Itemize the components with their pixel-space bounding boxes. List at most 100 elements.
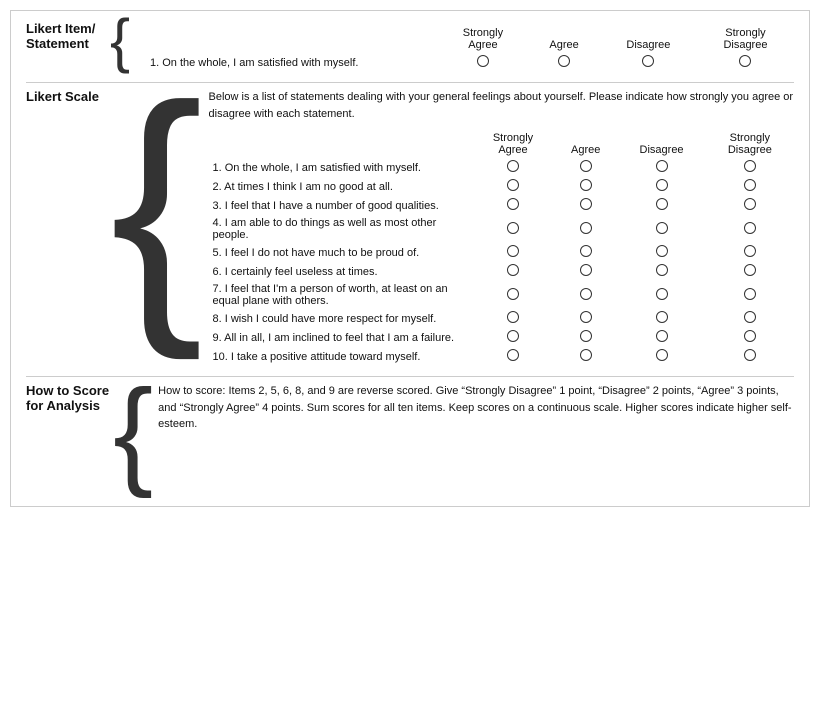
radio-sd-scale-8[interactable] <box>706 309 794 328</box>
scale-row-text-8: 8. I wish I could have more respect for … <box>209 309 472 328</box>
radio-circle[interactable] <box>744 349 756 361</box>
radio-circle[interactable] <box>580 198 592 210</box>
radio-d-scale-6[interactable] <box>617 262 705 281</box>
radio-circle[interactable] <box>656 245 668 257</box>
radio-sd-scale-3[interactable] <box>706 196 794 215</box>
radio-circle[interactable] <box>642 55 654 67</box>
radio-circle[interactable] <box>656 198 668 210</box>
radio-a-scale-6[interactable] <box>554 262 617 281</box>
radio-sa-scale-5[interactable] <box>472 243 554 262</box>
radio-sd-1[interactable] <box>697 53 794 72</box>
radio-circle[interactable] <box>744 264 756 276</box>
radio-d-scale-10[interactable] <box>617 347 705 366</box>
radio-sd-scale-10[interactable] <box>706 347 794 366</box>
radio-circle[interactable] <box>558 55 570 67</box>
radio-circle[interactable] <box>656 222 668 234</box>
radio-a-scale-7[interactable] <box>554 281 617 309</box>
radio-circle[interactable] <box>507 264 519 276</box>
radio-d-scale-7[interactable] <box>617 281 705 309</box>
radio-circle[interactable] <box>656 311 668 323</box>
radio-circle[interactable] <box>656 160 668 172</box>
radio-circle[interactable] <box>507 179 519 191</box>
radio-sd-scale-9[interactable] <box>706 328 794 347</box>
radio-sa-scale-9[interactable] <box>472 328 554 347</box>
radio-circle[interactable] <box>580 330 592 342</box>
radio-circle[interactable] <box>744 198 756 210</box>
radio-circle[interactable] <box>580 179 592 191</box>
table-row: 1. On the whole, I am satisfied with mys… <box>209 158 794 177</box>
scale-instructions: Below is a list of statements dealing wi… <box>209 89 794 122</box>
radio-a-scale-2[interactable] <box>554 177 617 196</box>
radio-circle[interactable] <box>507 288 519 300</box>
table-row: 4. I am able to do things as well as mos… <box>209 215 794 243</box>
scale-row-text-10: 10. I take a positive attitude toward my… <box>209 347 472 366</box>
radio-circle[interactable] <box>580 222 592 234</box>
radio-sa-scale-6[interactable] <box>472 262 554 281</box>
radio-sa-scale-1[interactable] <box>472 158 554 177</box>
brace-score: { <box>113 378 153 486</box>
radio-sd-scale-2[interactable] <box>706 177 794 196</box>
radio-a-scale-9[interactable] <box>554 328 617 347</box>
radio-d-scale-4[interactable] <box>617 215 705 243</box>
radio-circle[interactable] <box>744 222 756 234</box>
table-row: 3. I feel that I have a number of good q… <box>209 196 794 215</box>
radio-d-scale-9[interactable] <box>617 328 705 347</box>
radio-d-scale-2[interactable] <box>617 177 705 196</box>
radio-circle[interactable] <box>507 349 519 361</box>
radio-sd-scale-1[interactable] <box>706 158 794 177</box>
radio-a-scale-5[interactable] <box>554 243 617 262</box>
how-to-score-section: How to Score for Analysis { How to score… <box>26 383 794 486</box>
radio-sa-1[interactable] <box>438 53 529 72</box>
radio-circle[interactable] <box>580 288 592 300</box>
radio-circle[interactable] <box>744 245 756 257</box>
likert-scale-label: Likert Scale { <box>26 89 209 331</box>
radio-circle[interactable] <box>656 288 668 300</box>
radio-a-scale-8[interactable] <box>554 309 617 328</box>
radio-circle[interactable] <box>739 55 751 67</box>
radio-circle[interactable] <box>744 288 756 300</box>
radio-circle[interactable] <box>477 55 489 67</box>
radio-d-scale-1[interactable] <box>617 158 705 177</box>
radio-circle[interactable] <box>744 311 756 323</box>
radio-circle[interactable] <box>744 160 756 172</box>
radio-circle[interactable] <box>580 245 592 257</box>
radio-sa-scale-7[interactable] <box>472 281 554 309</box>
radio-circle[interactable] <box>744 330 756 342</box>
radio-circle[interactable] <box>580 160 592 172</box>
radio-sa-scale-8[interactable] <box>472 309 554 328</box>
radio-a-1[interactable] <box>528 53 600 72</box>
radio-sd-scale-7[interactable] <box>706 281 794 309</box>
radio-circle[interactable] <box>656 264 668 276</box>
radio-a-scale-1[interactable] <box>554 158 617 177</box>
table-row: 1. On the whole, I am satisfied with mys… <box>146 53 794 72</box>
radio-sd-scale-6[interactable] <box>706 262 794 281</box>
radio-sd-scale-4[interactable] <box>706 215 794 243</box>
likert-scale-section: Likert Scale { Below is a list of statem… <box>26 89 794 366</box>
radio-circle[interactable] <box>507 222 519 234</box>
radio-d-1[interactable] <box>600 53 697 72</box>
radio-a-scale-3[interactable] <box>554 196 617 215</box>
radio-sa-scale-10[interactable] <box>472 347 554 366</box>
radio-circle[interactable] <box>580 311 592 323</box>
radio-sa-scale-2[interactable] <box>472 177 554 196</box>
radio-circle[interactable] <box>656 349 668 361</box>
radio-sa-scale-3[interactable] <box>472 196 554 215</box>
radio-a-scale-4[interactable] <box>554 215 617 243</box>
radio-circle[interactable] <box>744 179 756 191</box>
radio-d-scale-8[interactable] <box>617 309 705 328</box>
radio-sd-scale-5[interactable] <box>706 243 794 262</box>
radio-circle[interactable] <box>507 245 519 257</box>
scale-row-text-6: 6. I certainly feel useless at times. <box>209 262 472 281</box>
radio-d-scale-3[interactable] <box>617 196 705 215</box>
radio-circle[interactable] <box>656 179 668 191</box>
radio-a-scale-10[interactable] <box>554 347 617 366</box>
radio-circle[interactable] <box>656 330 668 342</box>
radio-circle[interactable] <box>507 198 519 210</box>
radio-d-scale-5[interactable] <box>617 243 705 262</box>
radio-circle[interactable] <box>507 311 519 323</box>
radio-circle[interactable] <box>507 330 519 342</box>
radio-circle[interactable] <box>507 160 519 172</box>
radio-circle[interactable] <box>580 349 592 361</box>
radio-circle[interactable] <box>580 264 592 276</box>
radio-sa-scale-4[interactable] <box>472 215 554 243</box>
